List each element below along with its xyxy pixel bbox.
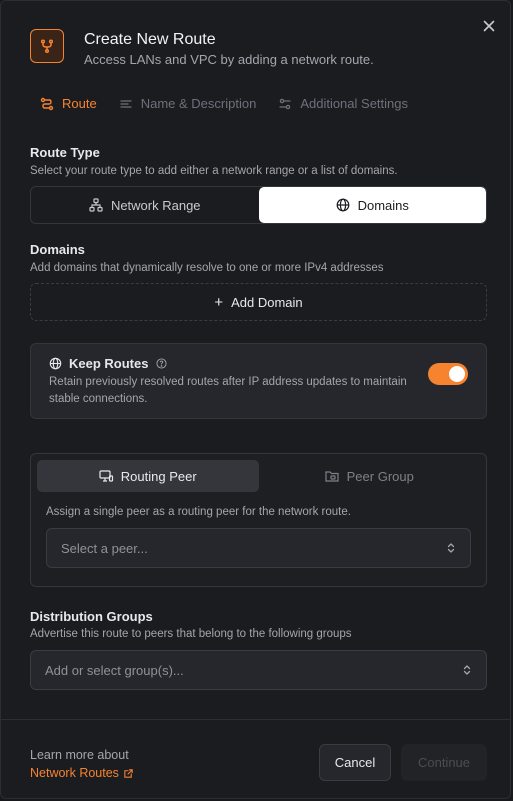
- plus-icon: +: [214, 293, 224, 311]
- keep-routes-card: Keep Routes Retain previously resolved r…: [30, 343, 487, 419]
- peer-select-placeholder: Select a peer...: [61, 540, 148, 556]
- globe-icon: [336, 198, 349, 212]
- routing-peer-icon: [99, 470, 113, 482]
- distribution-groups-title: Distribution Groups: [30, 609, 153, 624]
- route-type-description: Select your route type to add either a n…: [30, 165, 398, 177]
- close-icon[interactable]: [480, 17, 498, 35]
- dialog-header: Create New Route Access LANs and VPC by …: [30, 29, 374, 68]
- chevron-up-down-icon: [447, 543, 455, 553]
- domains-option[interactable]: Domains: [258, 187, 486, 223]
- tab-name-description-label: Name & Description: [140, 96, 257, 111]
- keep-routes-description: Retain previously resolved routes after …: [49, 376, 407, 405]
- tab-name-description[interactable]: Name & Description: [119, 96, 257, 111]
- domains-description: Add domains that dynamically resolve to …: [30, 262, 384, 274]
- peer-group-label: Peer Group: [346, 468, 414, 484]
- peer-description: Assign a single peer as a routing peer f…: [46, 506, 351, 518]
- route-icon: [30, 29, 64, 63]
- domains-title: Domains: [30, 242, 85, 257]
- step-tabs: Route Name & Description Additional Sett…: [40, 96, 430, 111]
- external-link-icon: [124, 768, 133, 778]
- keep-routes-title: Keep Routes: [69, 356, 149, 371]
- domains-label: Domains: [357, 197, 409, 213]
- globe-refresh-icon: [49, 357, 62, 370]
- help-icon[interactable]: [156, 358, 168, 369]
- settings-sliders-icon: [279, 98, 291, 109]
- dialog-subtitle: Access LANs and VPC by adding a network …: [84, 52, 374, 67]
- toggle-knob: [449, 366, 465, 382]
- distribution-groups-placeholder: Add or select group(s)...: [45, 662, 184, 678]
- network-range-label: Network Range: [110, 197, 201, 213]
- keep-routes-toggle[interactable]: [428, 363, 468, 385]
- distribution-groups-select[interactable]: Add or select group(s)...: [30, 650, 487, 690]
- dialog-title: Create New Route: [84, 31, 216, 48]
- network-routes-link-label: Network Routes: [30, 766, 119, 780]
- tab-peer-group[interactable]: Peer Group: [259, 460, 481, 492]
- tab-additional-settings-label: Additional Settings: [300, 96, 408, 111]
- route-type-title: Route Type: [30, 145, 100, 160]
- text-lines-icon: [120, 99, 132, 108]
- add-domain-button[interactable]: + Add Domain: [30, 283, 487, 321]
- routing-peer-label: Routing Peer: [120, 468, 197, 484]
- learn-more-text: Learn more about: [30, 748, 129, 762]
- chevron-up-down-icon: [463, 665, 471, 675]
- tab-route[interactable]: Route: [40, 96, 97, 111]
- network-routes-link[interactable]: Network Routes: [30, 764, 134, 782]
- tab-route-label: Route: [62, 96, 97, 111]
- distribution-groups-description: Advertise this route to peers that belon…: [30, 628, 352, 640]
- cancel-button[interactable]: Cancel: [319, 744, 391, 781]
- peer-select[interactable]: Select a peer...: [46, 528, 471, 568]
- add-domain-label: Add Domain: [231, 294, 303, 310]
- continue-button[interactable]: Continue: [401, 744, 487, 781]
- route-type-selector: Network Range Domains: [30, 186, 487, 224]
- tab-additional-settings[interactable]: Additional Settings: [278, 96, 408, 111]
- network-icon: [89, 198, 103, 212]
- network-range-option[interactable]: Network Range: [31, 187, 259, 223]
- route-icon: [40, 97, 54, 110]
- peer-group-icon: [325, 471, 339, 482]
- peer-selection-card: Routing Peer Peer Group Assign a single …: [30, 453, 487, 587]
- dialog-footer: Learn more about Network Routes Cancel C…: [1, 719, 510, 798]
- tab-routing-peer[interactable]: Routing Peer: [37, 460, 259, 492]
- create-route-dialog: Create New Route Access LANs and VPC by …: [0, 0, 511, 799]
